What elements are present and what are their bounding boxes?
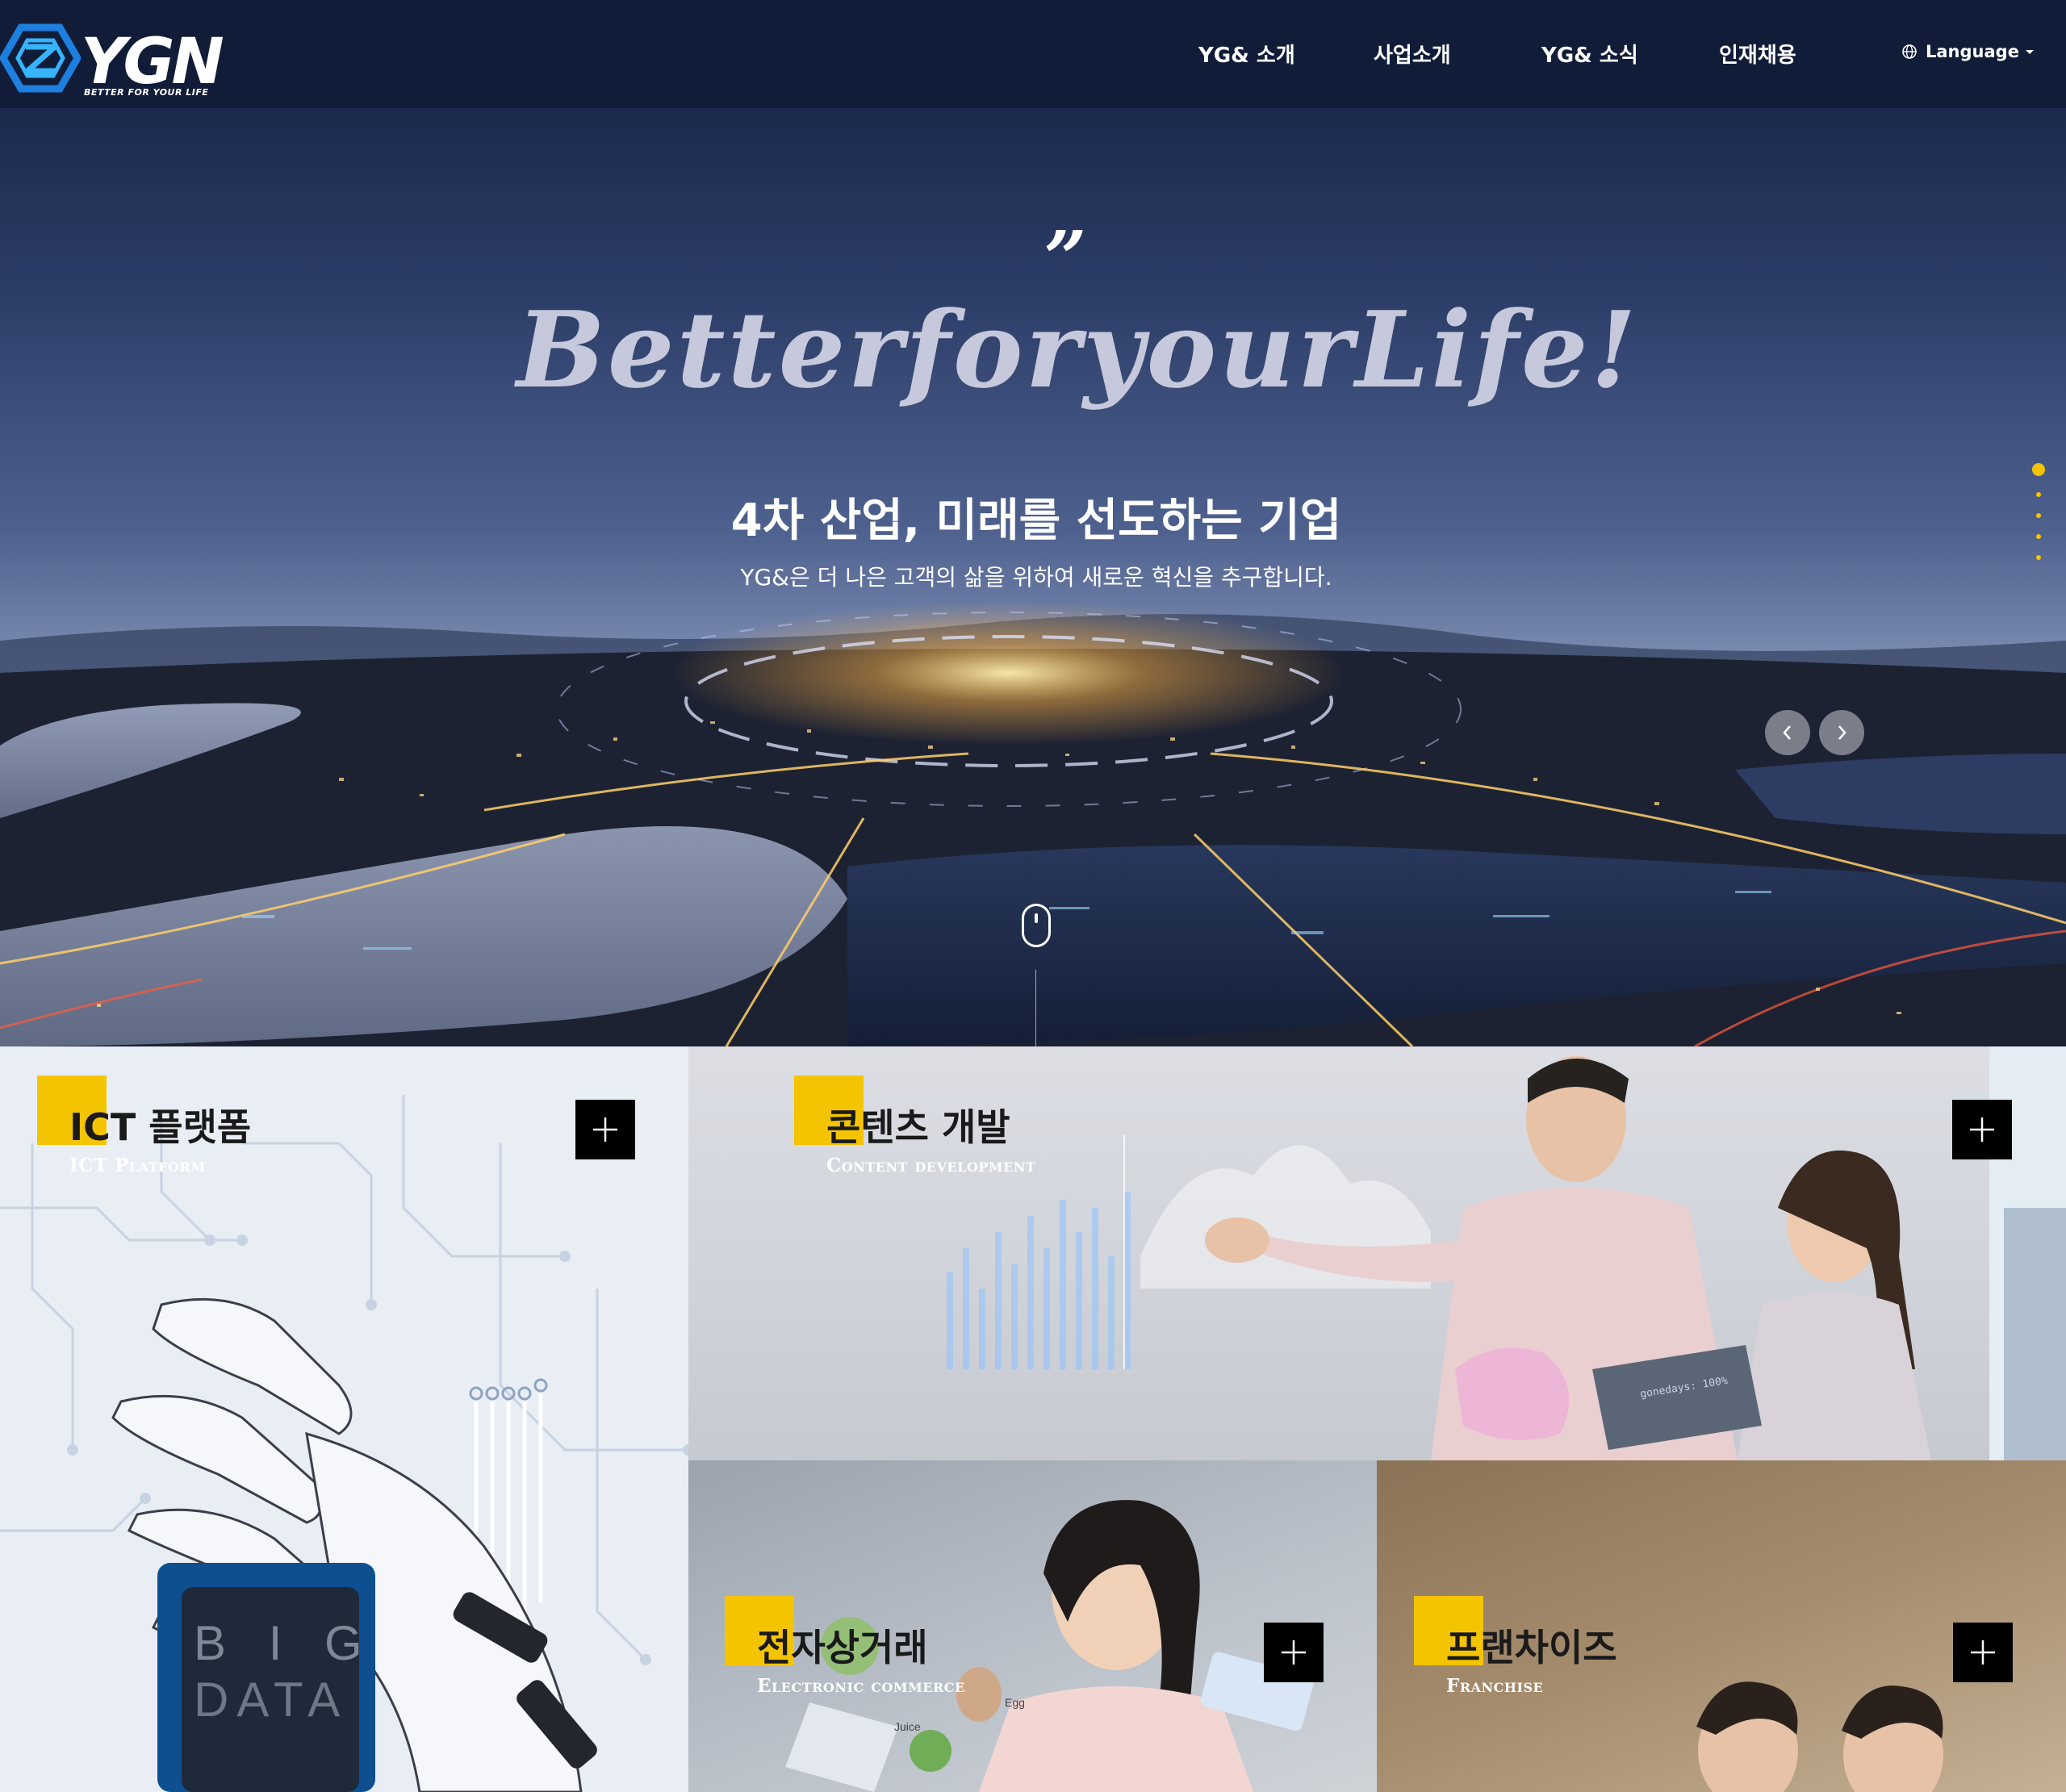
hero-subtitle: YG&은 더 나은 고객의 삶을 위하여 새로운 혁신을 추구합니다. <box>740 564 1332 591</box>
nav-item-about[interactable]: YG& 소개 <box>1198 39 1295 69</box>
slider-dot[interactable] <box>2036 492 2041 497</box>
mouse-scroll-icon[interactable] <box>1022 904 1051 947</box>
plus-button[interactable] <box>1952 1100 2012 1159</box>
tile-title: 프랜차이즈 <box>1446 1626 1617 1669</box>
tile-title: 전자상거래 <box>757 1626 928 1669</box>
ygn-hexagon-logo-icon <box>0 23 81 93</box>
tile-subtitle: Content development <box>826 1155 1036 1176</box>
plus-button[interactable] <box>1264 1623 1324 1682</box>
chevron-left-icon <box>1783 725 1791 740</box>
tile-title: 콘텐츠 개발 <box>826 1105 1010 1149</box>
hero-title: 4차 산업, 미래를 선도하는 기업 <box>730 495 1342 547</box>
slider-dot[interactable] <box>2036 513 2041 518</box>
mouse-wheel <box>1035 913 1038 923</box>
logo-text: YGN <box>81 26 224 98</box>
tile-electronic-commerce[interactable]: Egg Juice 전자상거래 Electronic commerce <box>688 1460 1377 1792</box>
slider-prev-button[interactable] <box>1765 710 1810 755</box>
logo-tagline: BETTER FOR YOUR LIFE <box>84 87 209 98</box>
site-header: YGN BETTER FOR YOUR LIFE YG& 소개 사업소개 YG&… <box>0 0 2066 108</box>
tile-ict-platform[interactable]: B I G DATA ICT 플랫폼 ICT Platform <box>0 1046 688 1792</box>
hero-slider: ” BetterforyourLife! 4차 산업, 미래를 선도하는 기업 … <box>0 108 2066 1046</box>
egg-label: Egg <box>1005 1696 1025 1709</box>
caret-down-icon <box>2025 49 2034 54</box>
slider-pagination <box>2030 463 2047 576</box>
nav-item-news[interactable]: YG& 소식 <box>1541 39 1638 69</box>
slider-dot[interactable] <box>2036 555 2041 560</box>
tile-subtitle: Franchise <box>1446 1675 1544 1697</box>
site-logo[interactable]: YGN BETTER FOR YOUR LIFE <box>0 16 224 101</box>
language-selector[interactable]: Language <box>1901 42 2034 61</box>
tile-content-development[interactable]: gonedays: 100% 콘텐츠 개발 Content developmen… <box>688 1046 2066 1460</box>
plus-button[interactable] <box>1953 1623 2013 1682</box>
tile-title: ICT 플랫폼 <box>69 1105 252 1149</box>
hero-quote-mark: ” <box>1043 215 1087 302</box>
slider-next-button[interactable] <box>1819 710 1864 755</box>
plus-icon <box>1282 1640 1306 1665</box>
juice-label: Juice <box>894 1720 921 1733</box>
chevron-right-icon <box>1838 725 1846 740</box>
plus-button[interactable] <box>575 1100 635 1159</box>
globe-icon <box>1902 44 1917 59</box>
nav-item-careers[interactable]: 인재채용 <box>1719 39 1796 69</box>
slider-dot[interactable] <box>2032 463 2045 476</box>
tile-franchise[interactable]: 프랜차이즈 Franchise <box>1377 1460 2066 1792</box>
scroll-indicator-line <box>1035 970 1036 1046</box>
bigdata-image-text-line1: B I G <box>194 1616 377 1670</box>
nav-item-business[interactable]: 사업소개 <box>1374 39 1451 69</box>
tile-subtitle: ICT Platform <box>69 1155 206 1176</box>
plus-icon <box>593 1117 617 1142</box>
plus-icon <box>1970 1117 1994 1142</box>
slider-dot[interactable] <box>2036 534 2041 539</box>
language-label: Language <box>1926 42 2019 61</box>
hero-slogan: BetterforyourLife! <box>516 288 1639 411</box>
bigdata-image-text-line2: DATA <box>194 1673 348 1727</box>
plus-icon <box>1971 1640 1995 1665</box>
tile-subtitle: Electronic commerce <box>757 1675 965 1697</box>
